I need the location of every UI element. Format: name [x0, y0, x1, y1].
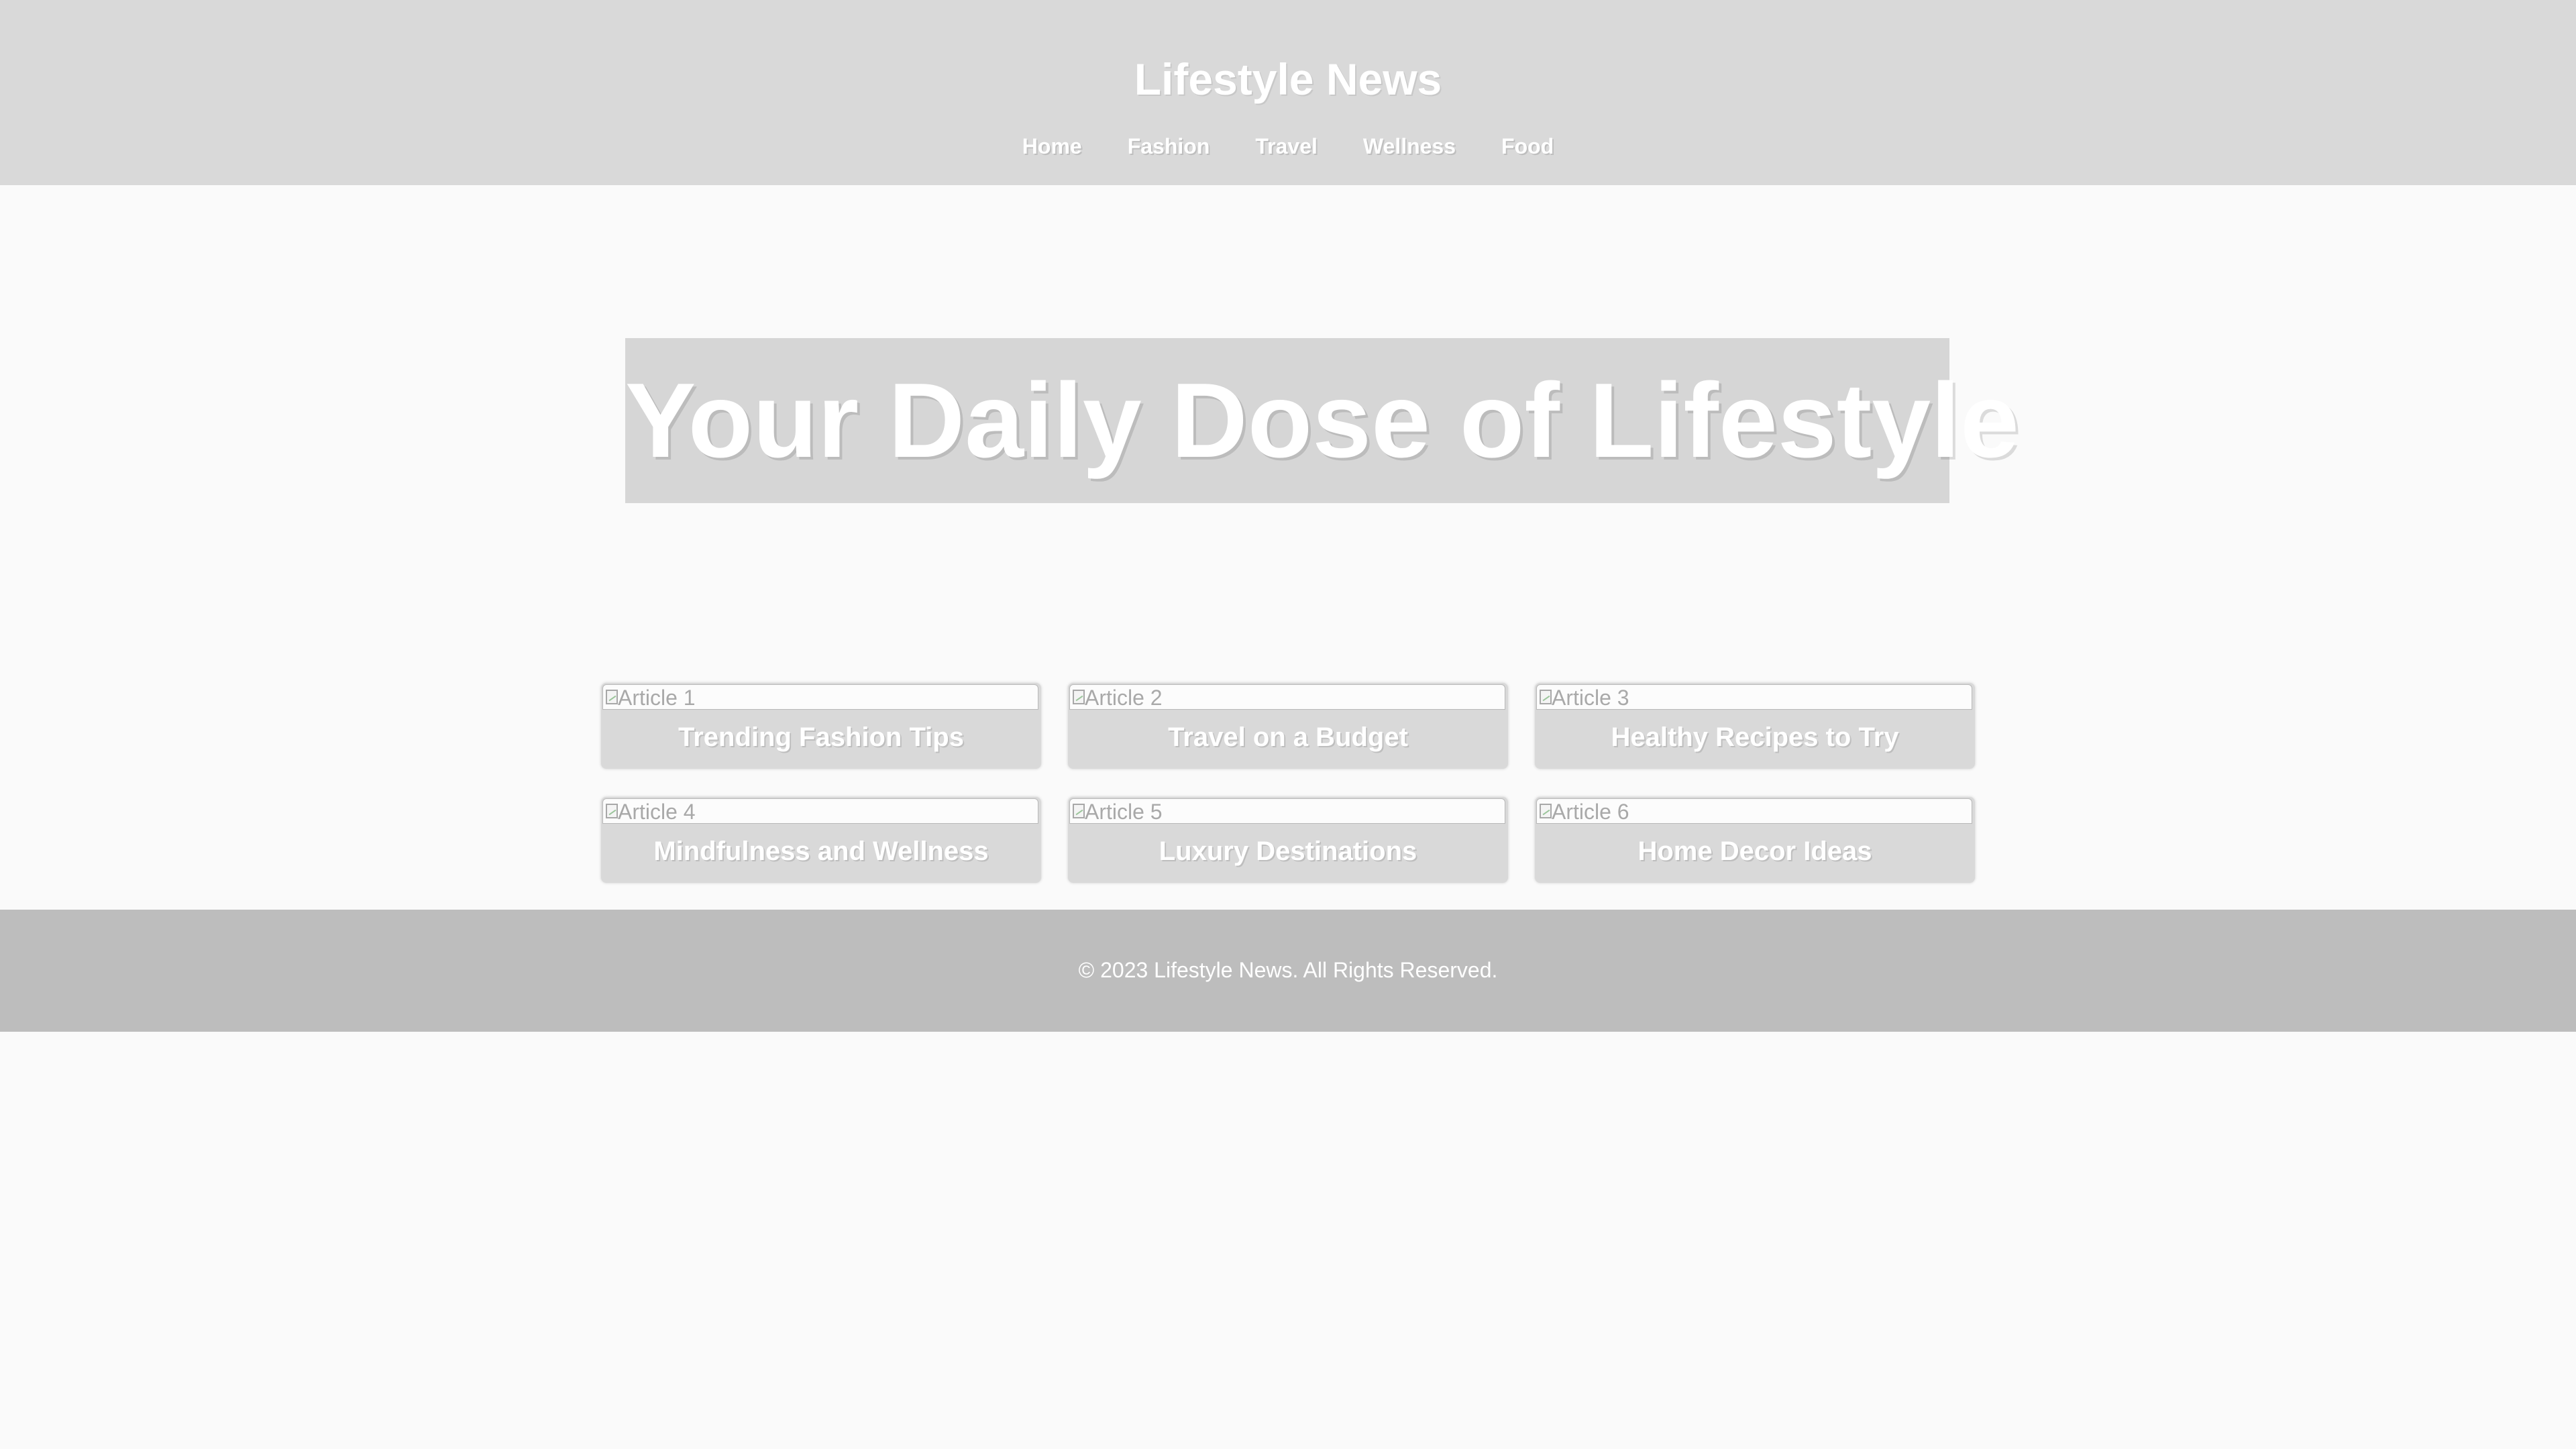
copyright-text: © 2023 Lifestyle News. All Rights Reserv…: [1078, 958, 1498, 982]
nav-link-travel[interactable]: Travel: [1255, 131, 1318, 161]
hero-title: Your Daily Dose of Lifestyle: [625, 362, 2019, 480]
article-image-1[interactable]: Article 1: [602, 684, 1038, 710]
broken-image-icon: [1073, 804, 1085, 818]
article-image-alt: Article 2: [1085, 686, 1163, 710]
article-card-1[interactable]: Article 1 Trending Fashion Tips: [601, 683, 1041, 769]
article-image-3[interactable]: Article 3: [1536, 684, 1972, 710]
nav-link-food[interactable]: Food: [1501, 131, 1554, 161]
article-image-alt: Article 4: [618, 800, 696, 824]
article-image-4[interactable]: Article 4: [602, 798, 1038, 824]
article-title[interactable]: Luxury Destinations: [1068, 835, 1508, 868]
article-image-5[interactable]: Article 5: [1069, 798, 1505, 824]
article-title[interactable]: Travel on a Budget: [1068, 720, 1508, 754]
article-title[interactable]: Trending Fashion Tips: [601, 720, 1041, 754]
broken-image-icon: [606, 804, 618, 818]
article-card-6[interactable]: Article 6 Home Decor Ideas: [1535, 797, 1975, 883]
article-image-alt: Article 3: [1552, 686, 1629, 710]
article-image-2[interactable]: Article 2: [1069, 684, 1505, 710]
article-card-3[interactable]: Article 3 Healthy Recipes to Try: [1535, 683, 1975, 769]
nav-link-wellness[interactable]: Wellness: [1363, 131, 1456, 161]
broken-image-icon: [1073, 690, 1085, 704]
article-title[interactable]: Healthy Recipes to Try: [1535, 720, 1975, 754]
main-nav: Home Fashion Travel Wellness Food: [0, 131, 2576, 161]
hero-banner: Your Daily Dose of Lifestyle: [625, 338, 2019, 503]
article-image-6[interactable]: Article 6: [1536, 798, 1972, 824]
nav-link-fashion[interactable]: Fashion: [1128, 131, 1210, 161]
broken-image-icon: [1540, 690, 1552, 704]
article-image-alt: Article 6: [1552, 800, 1629, 824]
page: Lifestyle News Home Fashion Travel Welln…: [0, 0, 2576, 1449]
site-footer: © 2023 Lifestyle News. All Rights Reserv…: [0, 910, 2576, 1032]
article-card-4[interactable]: Article 4 Mindfulness and Wellness: [601, 797, 1041, 883]
article-card-5[interactable]: Article 5 Luxury Destinations: [1068, 797, 1508, 883]
article-title[interactable]: Mindfulness and Wellness: [601, 835, 1041, 868]
broken-image-icon: [1540, 804, 1552, 818]
article-image-alt: Article 1: [618, 686, 696, 710]
nav-link-home[interactable]: Home: [1022, 131, 1082, 161]
article-image-alt: Article 5: [1085, 800, 1163, 824]
article-card-2[interactable]: Article 2 Travel on a Budget: [1068, 683, 1508, 769]
article-title[interactable]: Home Decor Ideas: [1535, 835, 1975, 868]
site-title[interactable]: Lifestyle News: [0, 52, 2576, 106]
site-header: Lifestyle News Home Fashion Travel Welln…: [0, 0, 2576, 185]
broken-image-icon: [606, 690, 618, 704]
